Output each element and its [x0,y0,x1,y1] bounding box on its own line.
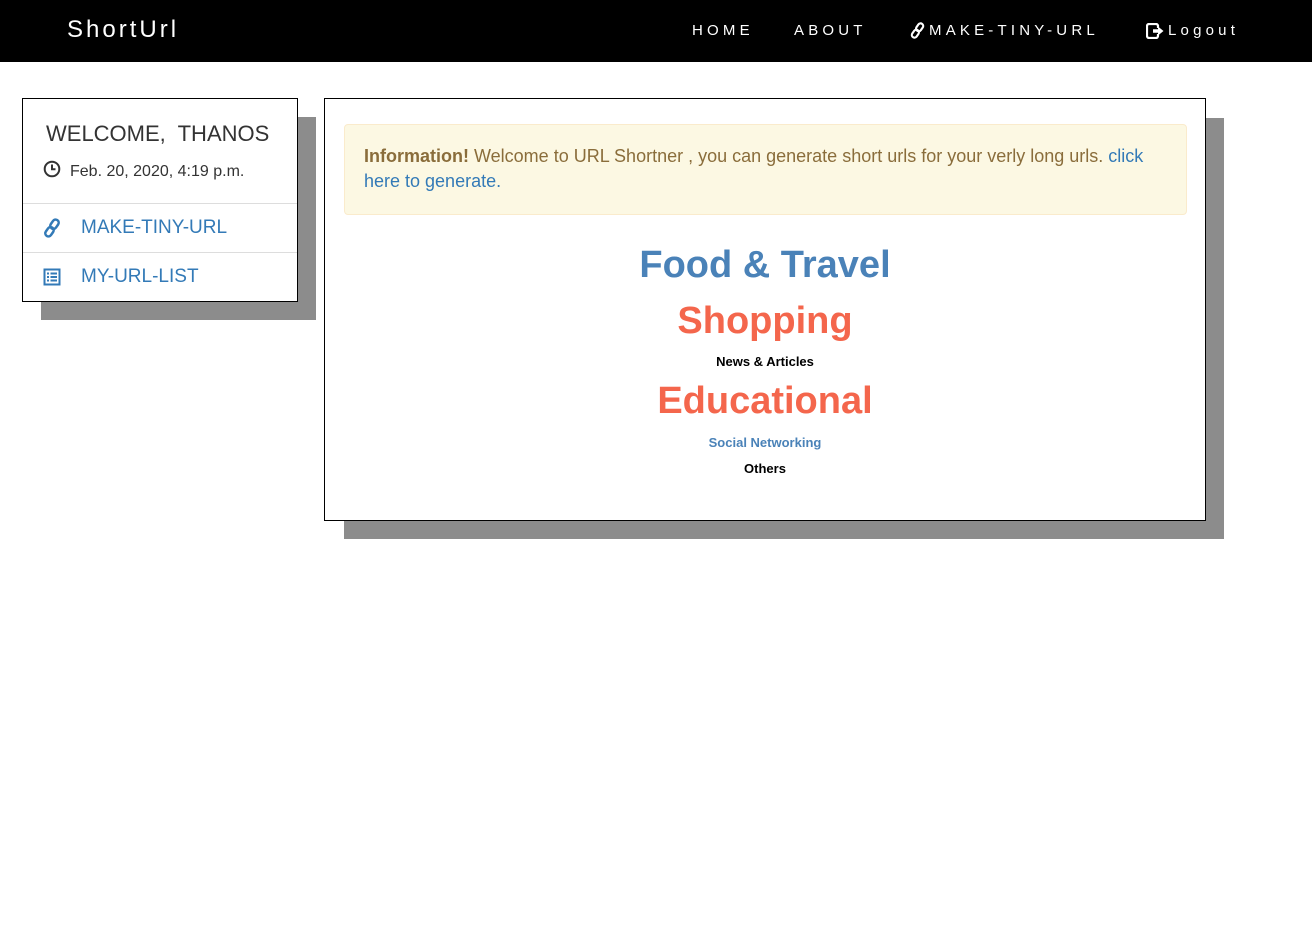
nav-make-tiny-url-label: MAKE-TINY-URL [929,22,1099,39]
clock-icon [43,160,70,183]
list-icon [23,268,81,286]
category-educational[interactable]: Educational [325,380,1205,423]
logout-icon [1146,22,1168,39]
link-icon [909,22,929,39]
alert-title: Information! [364,146,469,166]
category-food-travel[interactable]: Food & Travel [325,244,1205,287]
nav-home-link[interactable]: HOME [692,22,754,39]
nav-make-tiny-url-link[interactable]: MAKE-TINY-URL [909,22,1099,39]
nav-about-link[interactable]: ABOUT [794,22,867,39]
sidebar-item-label: MY-URL-LIST [81,266,199,287]
main-panel: Information! Welcome to URL Shortner , y… [324,98,1206,521]
alert-message: Welcome to URL Shortner , you can genera… [469,146,1109,166]
sidebar-item-make-tiny-url[interactable]: MAKE-TINY-URL [23,203,297,252]
top-navbar: ShortUrl HOME ABOUT MAKE-TINY-URL Logout [0,0,1312,62]
brand-logo-link[interactable]: ShortUrl [67,16,179,44]
category-shopping[interactable]: Shopping [325,300,1205,343]
category-others[interactable]: Others [325,461,1205,476]
nav-logout-label: Logout [1168,22,1240,39]
category-social-networking[interactable]: Social Networking [325,435,1205,450]
sidebar-panel: WELCOME, THANOS Feb. 20, 2020, 4:19 p.m.… [22,98,298,302]
info-alert: Information! Welcome to URL Shortner , y… [344,124,1187,215]
sidebar-item-my-url-list[interactable]: MY-URL-LIST [23,252,297,301]
link-icon [23,218,81,238]
date-row: Feb. 20, 2020, 4:19 p.m. [43,160,244,183]
welcome-heading: WELCOME, THANOS [46,121,270,146]
category-news-articles[interactable]: News & Articles [325,354,1205,369]
current-date: Feb. 20, 2020, 4:19 p.m. [70,162,245,180]
nav-logout-link[interactable]: Logout [1146,22,1239,39]
sidebar-item-label: MAKE-TINY-URL [81,217,228,238]
